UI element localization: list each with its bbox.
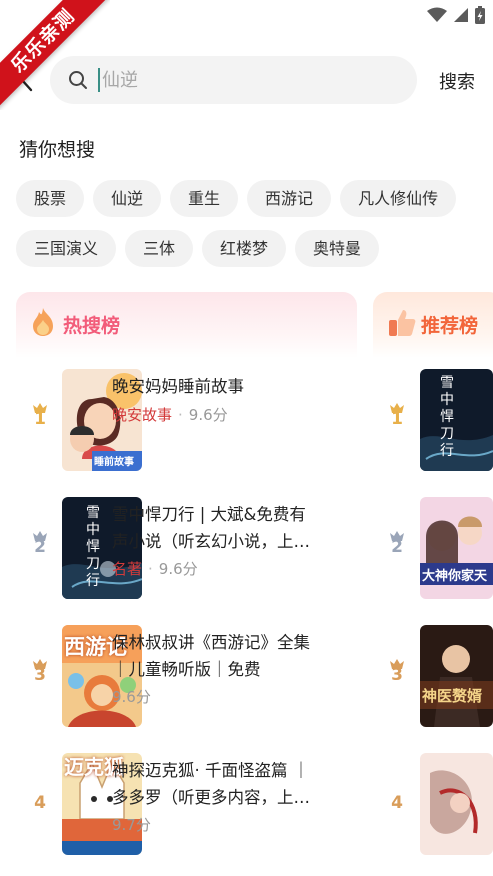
recommend-list-item[interactable]: 2 大神你家天 (373, 497, 493, 601)
suggestion-chip[interactable]: 奥特曼 (295, 230, 380, 267)
search-input[interactable] (102, 56, 402, 104)
rank-number: 1 (391, 409, 403, 429)
rank-number: 4 (34, 793, 46, 813)
watermark-ribbon: 乐乐亲测 (0, 0, 110, 110)
rank-number: 3 (391, 665, 403, 685)
suggestion-chip[interactable]: 凡人修仙传 (340, 180, 457, 217)
rank-number: 1 (34, 409, 46, 429)
flame-icon (33, 308, 53, 336)
search-button[interactable]: 搜索 (439, 68, 475, 94)
book-title: 保林叔叔讲《西游记》全集｜儿童畅听版｜免费 (112, 633, 310, 679)
recommend-list-title: 推荐榜 (421, 315, 479, 337)
hot-list-card: 热搜榜 1 睡前故事 晚安妈妈睡前故事 晚安故事 · 9.6分 2 雪中悍刀行 … (16, 292, 357, 876)
book-cover[interactable]: 雪中悍刀行 (420, 369, 493, 471)
book-cover[interactable]: 神医赘婿 (420, 625, 493, 727)
battery-charging-icon (475, 6, 485, 24)
cover-text: 雪中悍刀行 (440, 375, 454, 459)
book-meta: 名著 · 9.6分 (112, 558, 198, 579)
book-title: 晚安妈妈睡前故事 (112, 377, 244, 396)
book-meta: 9.6分 (112, 686, 151, 707)
hot-list-item[interactable]: 3 西游记 保林叔叔讲《西游记》全集｜儿童畅听版｜免费 9.6分 (16, 625, 357, 729)
cover-text: 睡前故事 (94, 457, 134, 468)
suggestion-chip[interactable]: 重生 (170, 180, 239, 217)
book-meta: 晚安故事 · 9.6分 (112, 404, 228, 425)
rank-number: 2 (391, 537, 403, 557)
book-cover[interactable] (420, 753, 493, 855)
cover-text: 大神你家天 (422, 569, 488, 584)
book-meta: 9.7分 (112, 814, 151, 835)
hot-list-item[interactable]: 4 迈克狐 神探迈克狐· 千面怪盗篇 ｜多多罗（听更多内容，上… 9.7分 (16, 753, 357, 857)
hot-list-title: 热搜榜 (63, 315, 121, 337)
book-tag: 晚安故事 (112, 406, 173, 424)
chip-row: 三国演义 三体 红楼梦 奥特曼 (16, 230, 486, 267)
cover-text: 神医赘婿 (422, 687, 483, 705)
book-score: 9.6分 (158, 560, 198, 578)
rank-number: 4 (391, 793, 403, 813)
thumbs-up-icon (389, 310, 416, 336)
book-score: 9.6分 (188, 406, 228, 424)
book-title: 神探迈克狐· 千面怪盗篇 ｜多多罗（听更多内容，上… (112, 761, 310, 807)
rank-number: 2 (34, 537, 46, 557)
suggestion-chips: 股票 仙逆 重生 西游记 凡人修仙传 三国演义 三体 红楼梦 奥特曼 (16, 180, 486, 280)
recommend-list-item[interactable]: 1 雪中悍刀行 (373, 369, 493, 473)
book-title: 雪中悍刀行 | 大斌&免费有声小说（听玄幻小说，上… (112, 505, 310, 551)
cover-art-romance (420, 753, 493, 855)
recommend-list-card: 推荐榜 1 雪中悍刀行 2 大神你家天 3 神医赘婿 4 (373, 292, 493, 876)
recommend-list-item[interactable]: 4 (373, 753, 493, 857)
suggestion-chip[interactable]: 仙逆 (93, 180, 162, 217)
suggestion-chip[interactable]: 三体 (125, 230, 194, 267)
book-score: 9.7分 (112, 816, 151, 834)
meta-separator: · (178, 406, 183, 424)
rank-number: 3 (34, 665, 46, 685)
chip-row: 股票 仙逆 重生 西游记 凡人修仙传 (16, 180, 486, 217)
recommend-list-header[interactable]: 推荐榜 (373, 292, 493, 358)
cover-art-doctor (420, 625, 493, 727)
watermark-text: 乐乐亲测 (0, 0, 110, 110)
book-tag: 名著 (112, 560, 143, 578)
book-cover[interactable]: 大神你家天 (420, 497, 493, 599)
wifi-icon (427, 7, 447, 22)
recommend-list-item[interactable]: 3 神医赘婿 (373, 625, 493, 729)
cellular-signal-icon (454, 8, 468, 22)
suggestion-chip[interactable]: 红楼梦 (202, 230, 287, 267)
suggestion-chip[interactable]: 西游记 (247, 180, 332, 217)
hot-list-header[interactable]: 热搜榜 (16, 292, 357, 358)
meta-separator: · (148, 560, 153, 578)
book-score: 9.6分 (112, 688, 151, 706)
status-icons (427, 6, 485, 24)
guess-section-title: 猜你想搜 (19, 139, 96, 161)
hot-list-item[interactable]: 1 睡前故事 晚安妈妈睡前故事 晚安故事 · 9.6分 (16, 369, 357, 473)
suggestion-chip[interactable]: 三国演义 (16, 230, 117, 267)
hot-list-item[interactable]: 2 雪中悍刀行 雪中悍刀行 | 大斌&免费有声小说（听玄幻小说，上… 名著 · 9.… (16, 497, 357, 601)
ranking-carousel[interactable]: 热搜榜 1 睡前故事 晚安妈妈睡前故事 晚安故事 · 9.6分 2 雪中悍刀行 … (16, 292, 493, 876)
suggestion-chip[interactable]: 股票 (16, 180, 85, 217)
cover-text: 雪中悍刀行 (86, 505, 100, 589)
